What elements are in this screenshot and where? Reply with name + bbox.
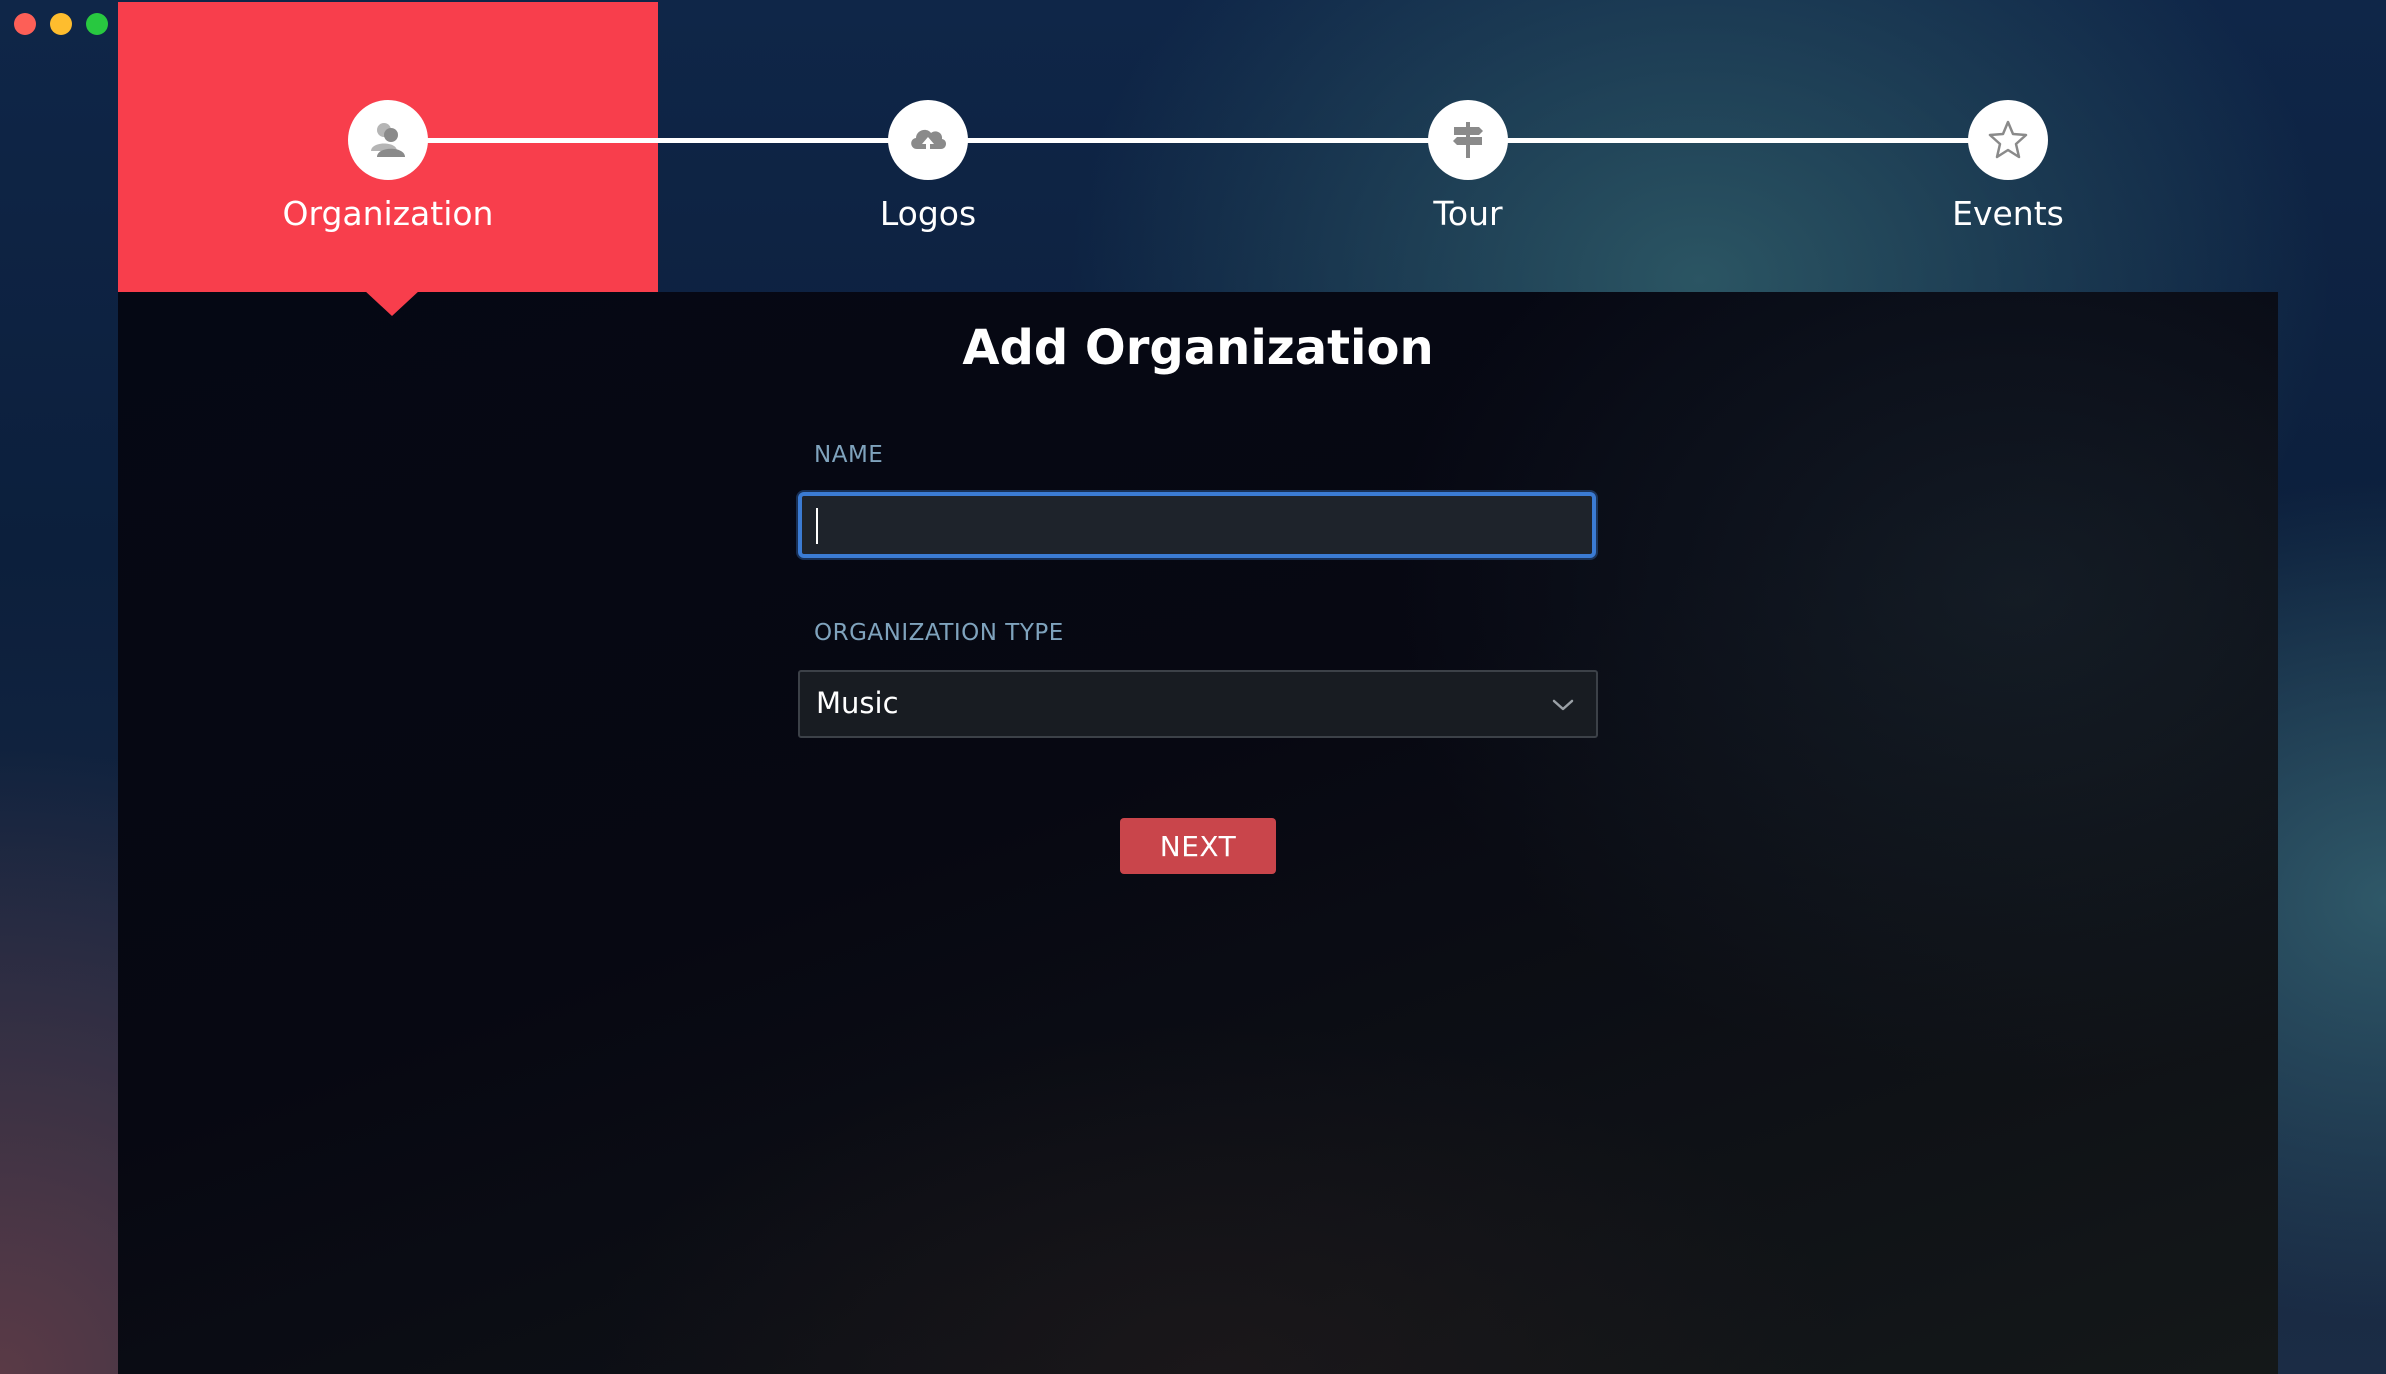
step-organization-circle: [348, 100, 428, 180]
step-logos[interactable]: Logos: [658, 2, 1198, 292]
active-step-pointer: [364, 290, 420, 316]
organization-type-label: ORGANIZATION TYPE: [814, 620, 1064, 646]
step-organization[interactable]: Organization: [118, 2, 658, 292]
chevron-down-icon: [1552, 699, 1574, 711]
wizard-stepper: Organization Logos Tour Events: [118, 2, 2278, 316]
name-input[interactable]: [798, 492, 1596, 558]
close-window-button[interactable]: [14, 13, 36, 35]
step-tour[interactable]: Tour: [1198, 2, 1738, 292]
user-group-icon: [371, 123, 405, 157]
star-icon: [1988, 120, 2028, 159]
organization-type-value: Music: [816, 686, 899, 720]
step-organization-label: Organization: [282, 194, 494, 233]
organization-type-select[interactable]: Music: [798, 670, 1598, 738]
signpost-icon: [1453, 122, 1483, 158]
cloud-upload-icon: [911, 129, 947, 153]
name-label: NAME: [814, 442, 884, 468]
form-panel: Add Organization NAME ORGANIZATION TYPE …: [118, 292, 2278, 1374]
step-tour-circle: [1428, 100, 1508, 180]
minimize-window-button[interactable]: [50, 13, 72, 35]
step-tour-label: Tour: [1433, 194, 1503, 233]
step-events[interactable]: Events: [1738, 2, 2278, 292]
step-events-circle: [1968, 100, 2048, 180]
step-logos-label: Logos: [879, 194, 977, 233]
page-title: Add Organization: [962, 320, 1434, 376]
text-cursor: [816, 508, 818, 544]
window-controls: [14, 13, 108, 35]
next-button[interactable]: NEXT: [1120, 818, 1276, 874]
step-logos-circle: [888, 100, 968, 180]
zoom-window-button[interactable]: [86, 13, 108, 35]
step-events-label: Events: [1952, 194, 2064, 233]
